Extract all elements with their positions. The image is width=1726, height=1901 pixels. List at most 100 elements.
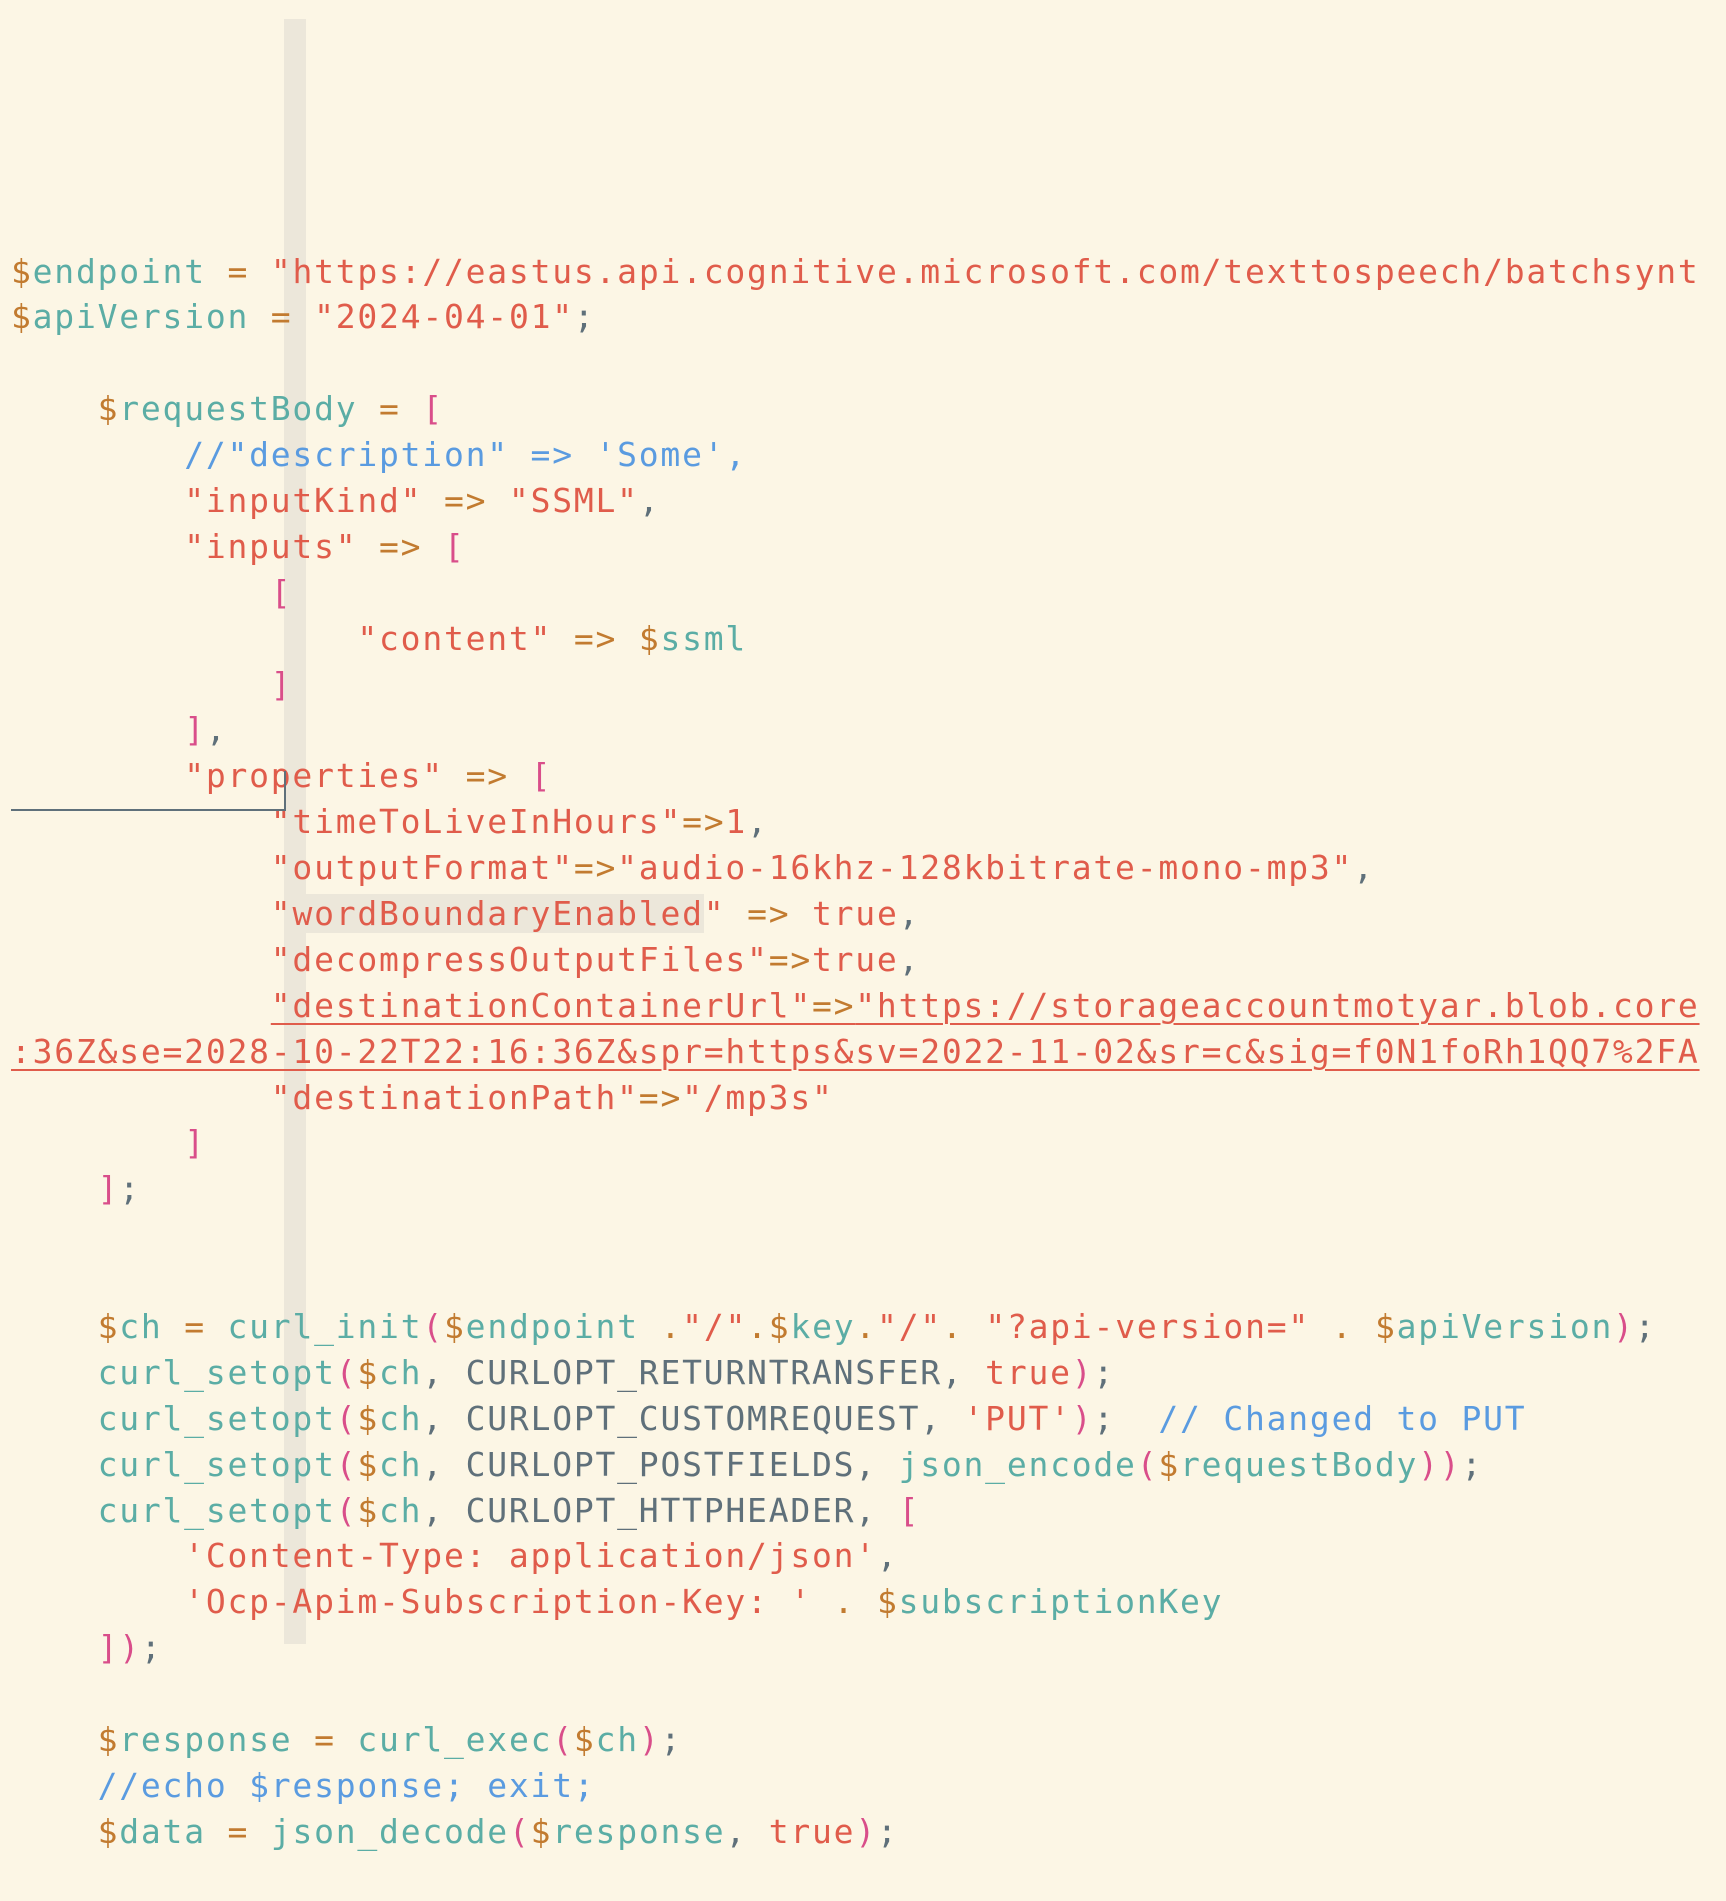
code-line[interactable]: curl_setopt($ch, CURLOPT_RETURNTRANSFER,… xyxy=(11,1350,1726,1396)
code-line[interactable]: 'Ocp-Apim-Subscription-Key: ' . $subscri… xyxy=(11,1579,1726,1625)
code-comment: //echo $response; exit; xyxy=(97,1765,596,1805)
code-line[interactable]: $apiVersion = "2024-04-01"; xyxy=(11,294,1726,340)
code-identifier: apiVersion xyxy=(32,297,250,337)
code-line[interactable]: $ch = curl_init($endpoint ."/".$key."/".… xyxy=(11,1304,1726,1350)
code-string: "destinationPath" xyxy=(270,1077,639,1117)
code-line[interactable]: [ xyxy=(11,570,1726,616)
code-string: "decompressOutputFiles" xyxy=(270,939,769,979)
code-string: "/mp3s" xyxy=(682,1077,834,1117)
code-line[interactable]: curl_setopt($ch, CURLOPT_HTTPHEADER, [ xyxy=(11,1488,1726,1534)
code-editor[interactable]: $endpoint = "https://eastus.api.cognitiv… xyxy=(11,19,1726,1901)
code-line[interactable]: "destinationContainerUrl"=>"https://stor… xyxy=(11,983,1726,1029)
code-line[interactable]: ], xyxy=(11,707,1726,753)
code-line[interactable]: "inputKind" => "SSML", xyxy=(11,478,1726,524)
code-token: => xyxy=(465,756,509,796)
code-token: . xyxy=(747,1307,769,1347)
code-line[interactable]: "wordBoundaryEnabled" => true, xyxy=(11,891,1726,937)
code-token: , xyxy=(205,710,228,750)
code-string: "inputs" xyxy=(184,526,358,566)
code-identifier: curl_setopt xyxy=(97,1398,336,1438)
code-token: ( xyxy=(1136,1444,1159,1484)
code-line[interactable]: "timeToLiveInHours"=>1, xyxy=(11,799,1726,845)
code-line[interactable] xyxy=(11,1258,1726,1304)
code-identifier: requestBody xyxy=(119,389,358,429)
code-token: ( xyxy=(422,1307,445,1347)
code-line[interactable]: "content" => $ssml xyxy=(11,616,1726,662)
code-string: " xyxy=(703,894,726,933)
code-token: ) xyxy=(855,1811,877,1851)
code-identifier: json_decode xyxy=(270,1811,509,1851)
code-token: [ xyxy=(270,572,293,612)
code-identifier: ch xyxy=(379,1398,423,1438)
code-line[interactable]: curl_setopt($ch, CURLOPT_POSTFIELDS, jso… xyxy=(11,1442,1726,1488)
code-line[interactable]: $endpoint = "https://eastus.api.cognitiv… xyxy=(11,249,1726,295)
code-line[interactable]: ] xyxy=(11,1120,1726,1166)
code-line[interactable]: "destinationPath"=>"/mp3s" xyxy=(11,1075,1726,1121)
code-identifier: curl_setopt xyxy=(97,1444,336,1484)
code-identifier: curl_exec xyxy=(357,1720,553,1760)
code-token: => xyxy=(573,618,618,658)
code-line[interactable]: "decompressOutputFiles"=>true, xyxy=(11,937,1726,983)
code-line[interactable]: curl_setopt($ch, CURLOPT_CUSTOMREQUEST, … xyxy=(11,1396,1726,1442)
text-cursor xyxy=(284,771,286,811)
code-token: ) xyxy=(1071,1398,1094,1438)
code-token: => xyxy=(682,802,726,842)
code-string: "audio-16khz-128kbitrate-mono-mp3" xyxy=(617,848,1354,888)
code-token: ( xyxy=(552,1720,574,1760)
code-token: $ xyxy=(876,1582,899,1622)
code-token: [ xyxy=(422,389,444,429)
code-identifier: ch xyxy=(595,1720,639,1760)
code-token: = xyxy=(379,389,401,429)
code-identifier: response xyxy=(119,1720,293,1760)
code-line[interactable]: ]; xyxy=(11,1166,1726,1212)
code-token: , xyxy=(747,802,769,842)
code-lines[interactable]: $endpoint = "https://eastus.api.cognitiv… xyxy=(11,249,1726,1855)
code-token: => xyxy=(747,894,791,933)
code-identifier: ssml xyxy=(660,618,748,658)
code-line[interactable]: //echo $response; exit; xyxy=(11,1763,1726,1809)
code-token: ; xyxy=(660,1720,683,1760)
code-token: ( xyxy=(508,1811,531,1851)
code-string: "SSML" xyxy=(508,480,639,520)
code-line[interactable]: "outputFormat"=>"audio-16khz-128kbitrate… xyxy=(11,845,1726,891)
code-identifier: response xyxy=(552,1811,726,1851)
code-token: ] xyxy=(270,664,293,704)
code-line[interactable]: $requestBody = [ xyxy=(11,386,1726,432)
code-token: ; xyxy=(1634,1307,1657,1347)
code-line[interactable]: ] xyxy=(11,662,1726,708)
code-line[interactable]: //"description" => 'Some', xyxy=(11,432,1726,478)
code-line[interactable]: "inputs" => [ xyxy=(11,524,1726,570)
code-identifier: data xyxy=(119,1811,206,1851)
code-line[interactable]: 'Content-Type: application/json', xyxy=(11,1533,1726,1579)
code-line[interactable] xyxy=(11,340,1726,386)
code-line[interactable] xyxy=(11,1671,1726,1717)
code-string: "inputKind" xyxy=(184,480,423,520)
code-line[interactable]: $data = json_decode($response, true); xyxy=(11,1809,1726,1855)
code-string: "outputFormat" xyxy=(270,848,574,888)
code-token: , CURLOPT_POSTFIELDS, xyxy=(422,1444,899,1484)
code-token: => xyxy=(638,1077,683,1117)
code-line[interactable]: $response = curl_exec($ch); xyxy=(11,1717,1726,1763)
code-token: $ xyxy=(357,1444,380,1484)
code-line[interactable]: "properties" => [ xyxy=(11,753,1726,799)
code-line[interactable]: :36Z&se=2028-10-22T22:16:36Z&spr=https&s… xyxy=(11,1029,1726,1075)
code-identifier: ch xyxy=(379,1352,423,1392)
code-line[interactable] xyxy=(11,1212,1726,1258)
code-line[interactable]: ]); xyxy=(11,1625,1726,1671)
code-string: :36Z&se=2028-10-22T22:16:36Z&spr=https&s… xyxy=(11,1031,1700,1071)
